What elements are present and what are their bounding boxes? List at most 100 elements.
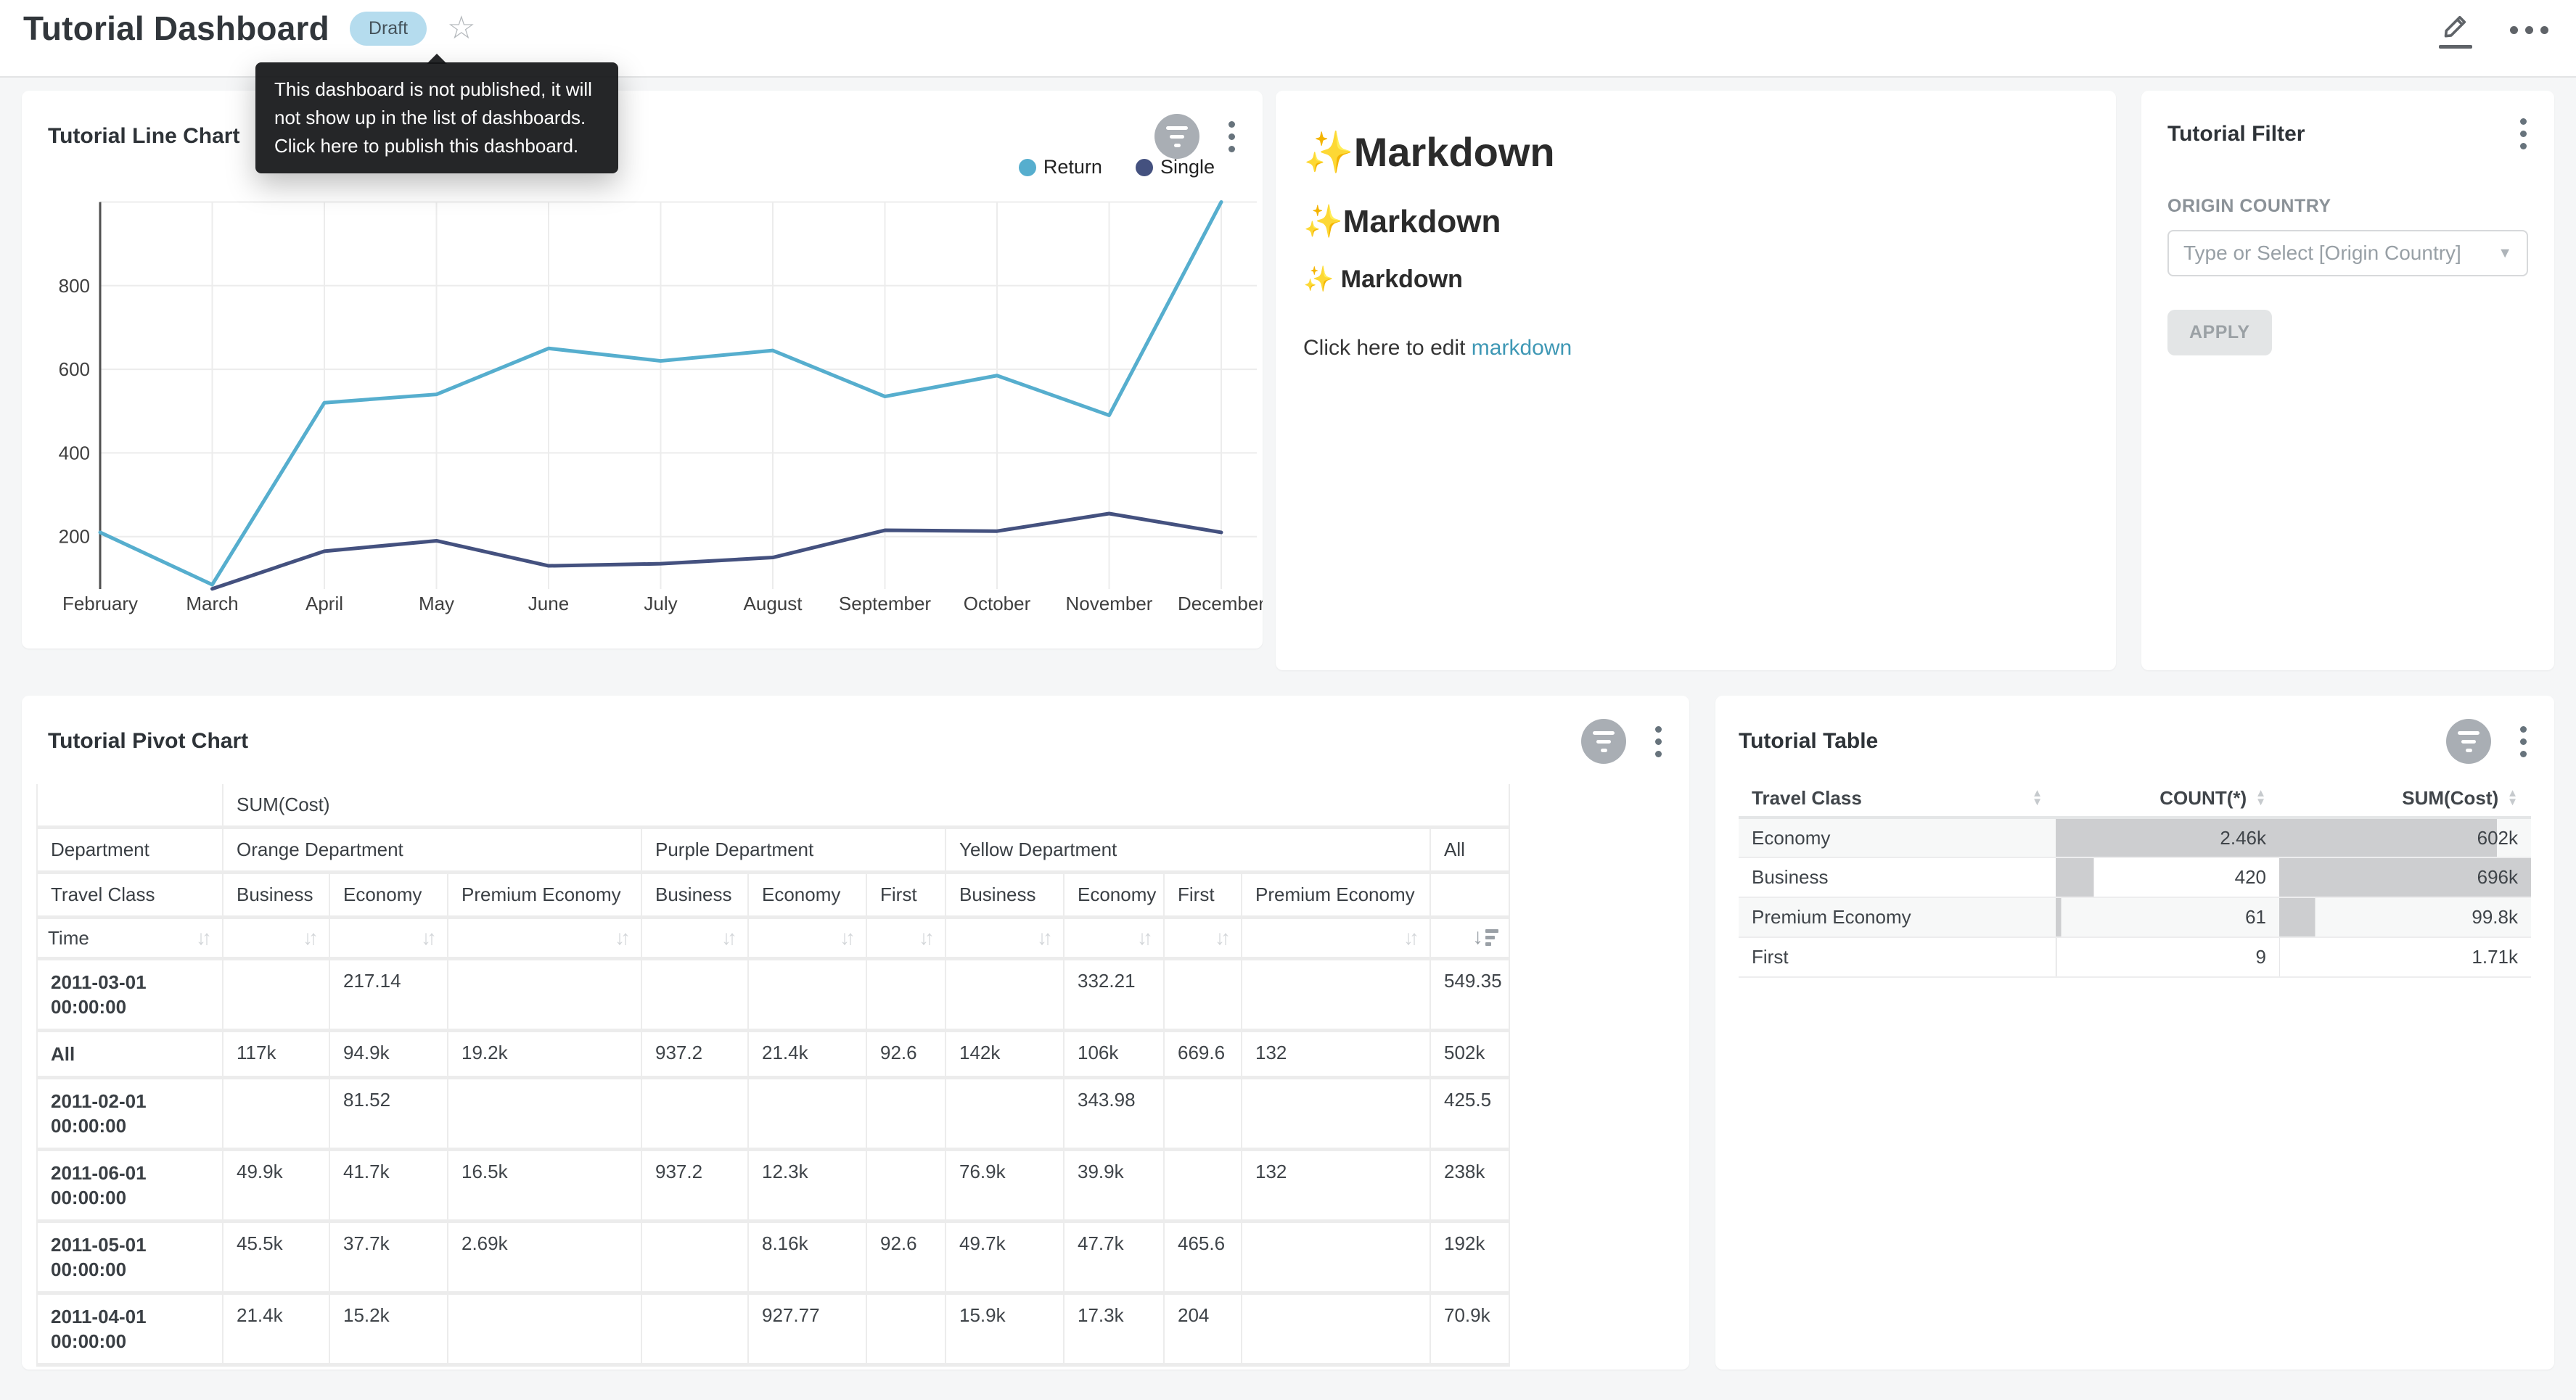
star-icon[interactable]: ☆ <box>447 12 475 44</box>
pivot-sort-header[interactable]: ↓↑ <box>448 918 641 959</box>
travel-class-cell: Premium Economy <box>1739 897 2056 937</box>
markdown-paragraph: Click here to edit markdown <box>1303 336 2088 361</box>
draft-badge[interactable]: Draft <box>350 12 427 46</box>
pivot-cell: 45.5k <box>223 1222 329 1293</box>
sort-icon[interactable]: ↓↑ <box>234 926 319 950</box>
sort-icon[interactable]: ↓↑ <box>1075 926 1153 950</box>
pivot-subcolumn-header[interactable]: Business <box>223 873 329 918</box>
sum-cost-cell: 696k <box>2279 857 2531 897</box>
pivot-group-header[interactable]: Purple Department <box>641 828 946 873</box>
pivot-subcolumn-header[interactable]: Premium Economy <box>448 873 641 918</box>
pivot-sort-header[interactable]: ↓↑ <box>946 918 1064 959</box>
pivot-subcolumn-header[interactable]: Business <box>946 873 1064 918</box>
pivot-cell: 47.7k <box>1064 1222 1164 1293</box>
pivot-sort-header[interactable]: ↓↑ <box>1164 918 1242 959</box>
pivot-subcolumn-header[interactable]: First <box>866 873 946 918</box>
pivot-cell: 502k <box>1430 1031 1509 1078</box>
ellipsis-icon <box>2510 26 2518 34</box>
pivot-sort-header[interactable]: ↓↑ <box>748 918 866 959</box>
pivot-row: 2011-03-01 00:00:00217.14332.21549.35 <box>37 959 1509 1031</box>
markdown-edit-link[interactable]: markdown <box>1472 336 1572 360</box>
column-header-count-[interactable]: COUNT(*)▲▼ <box>2056 780 2279 818</box>
filter-menu-kebab-icon[interactable] <box>2513 114 2534 154</box>
table-row: Premium Economy6199.8k <box>1739 897 2531 937</box>
pivot-cell <box>1242 1222 1430 1293</box>
dashboard-title-row: Tutorial Dashboard Draft ☆ <box>23 9 476 48</box>
pivot-subcolumn-header[interactable]: Economy <box>1064 873 1164 918</box>
pivot-cell: 425.5 <box>1430 1078 1509 1150</box>
column-header-travel-class[interactable]: Travel Class▲▼ <box>1739 780 2056 818</box>
pivot-all-header[interactable]: All <box>1430 828 1509 873</box>
origin-country-select[interactable]: Type or Select [Origin Country] ▼ <box>2167 230 2528 276</box>
pivot-cell <box>866 959 946 1031</box>
pivot-cell: 927.77 <box>748 1293 866 1365</box>
pivot-cell: 937.2 <box>641 1031 748 1078</box>
pivot-cell <box>448 959 641 1031</box>
legend-item-single[interactable]: Single <box>1136 156 1215 178</box>
pivot-sort-header[interactable]: ↓↑ <box>1242 918 1430 959</box>
pivot-time-header[interactable]: Time↓↑ <box>37 918 223 959</box>
chart-menu-kebab-icon[interactable] <box>1221 117 1242 157</box>
x-axis-label: September <box>839 593 932 614</box>
x-axis-label: May <box>419 593 454 614</box>
sort-icon[interactable]: ↓↑ <box>759 926 856 950</box>
legend-dot <box>1136 159 1153 176</box>
chart-menu-kebab-icon[interactable] <box>1648 722 1669 762</box>
y-axis-label: 400 <box>59 442 90 464</box>
pivot-sort-header[interactable]: ↓↑ <box>1064 918 1164 959</box>
publish-tooltip[interactable]: This dashboard is not published, it will… <box>255 62 618 173</box>
sort-icon[interactable]: ↓↑ <box>196 926 212 950</box>
legend-label: Return <box>1043 156 1102 178</box>
sort-icon[interactable]: ↓↑ <box>459 926 631 950</box>
pivot-group-header[interactable]: Yellow Department <box>946 828 1430 873</box>
sort-icon[interactable]: ↓↑ <box>877 926 935 950</box>
pivot-subcolumn-header[interactable]: Business <box>641 873 748 918</box>
sort-descending-icon[interactable]: ↓ <box>1472 926 1498 948</box>
sort-caret-icon: ▲▼ <box>2507 789 2518 807</box>
cross-filter-badge-icon[interactable] <box>2446 719 2491 764</box>
pivot-subcolumn-header[interactable]: Economy <box>748 873 866 918</box>
legend-item-return[interactable]: Return <box>1019 156 1102 178</box>
sort-icon[interactable]: ↓↑ <box>956 926 1053 950</box>
chart-menu-kebab-icon[interactable] <box>2513 722 2534 762</box>
pivot-sort-header[interactable]: ↓↑ <box>329 918 448 959</box>
series-line-single[interactable] <box>213 514 1222 589</box>
pencil-underline <box>2439 45 2472 49</box>
count-cell: 61 <box>2056 897 2279 937</box>
pivot-subcolumn-header[interactable]: Economy <box>329 873 448 918</box>
apply-button[interactable]: APPLY <box>2167 310 2272 355</box>
pivot-cell: 41.7k <box>329 1150 448 1222</box>
pivot-row: 2011-05-01 00:00:0045.5k37.7k2.69k8.16k9… <box>37 1222 1509 1293</box>
pivot-row2-label: Travel Class <box>37 873 223 918</box>
pivot-cell <box>1164 959 1242 1031</box>
pivot-sort-header[interactable]: ↓ <box>1430 918 1509 959</box>
panel-markdown[interactable]: ✨Markdown ✨Markdown ✨ Markdown Click her… <box>1276 91 2116 670</box>
sort-icon[interactable]: ↓↑ <box>1252 926 1419 950</box>
more-actions-button[interactable] <box>2509 20 2550 40</box>
sort-icon[interactable]: ↓↑ <box>1175 926 1231 950</box>
pivot-subcolumn-header[interactable]: Premium Economy <box>1242 873 1430 918</box>
y-axis-label: 800 <box>59 275 90 297</box>
pivot-cell <box>748 959 866 1031</box>
pivot-cell <box>946 959 1064 1031</box>
pivot-cell: 15.2k <box>329 1293 448 1365</box>
pivot-sort-header[interactable]: ↓↑ <box>866 918 946 959</box>
edit-dashboard-button[interactable] <box>2439 12 2472 49</box>
pivot-cell <box>866 1293 946 1365</box>
pivot-row-label: 2011-04-01 00:00:00 <box>37 1293 223 1365</box>
select-placeholder: Type or Select [Origin Country] <box>2183 242 2461 265</box>
pivot-cell: 15.9k <box>946 1293 1064 1365</box>
pivot-group-header[interactable]: Orange Department <box>223 828 641 873</box>
chevron-down-icon: ▼ <box>2498 245 2512 262</box>
column-header-label: SUM(Cost) <box>2402 787 2498 810</box>
x-axis-label: March <box>186 593 238 614</box>
cross-filter-badge-icon[interactable] <box>1581 719 1626 764</box>
pivot-sort-header[interactable]: ↓↑ <box>223 918 329 959</box>
sort-icon[interactable]: ↓↑ <box>340 926 437 950</box>
cross-filter-badge-icon[interactable] <box>1154 114 1199 159</box>
pivot-sort-header[interactable]: ↓↑ <box>641 918 748 959</box>
column-header-sum-cost-[interactable]: SUM(Cost) ▲▼ <box>2279 780 2531 818</box>
x-axis-label: February <box>62 593 138 614</box>
sort-icon[interactable]: ↓↑ <box>652 926 737 950</box>
pivot-subcolumn-header[interactable]: First <box>1164 873 1242 918</box>
